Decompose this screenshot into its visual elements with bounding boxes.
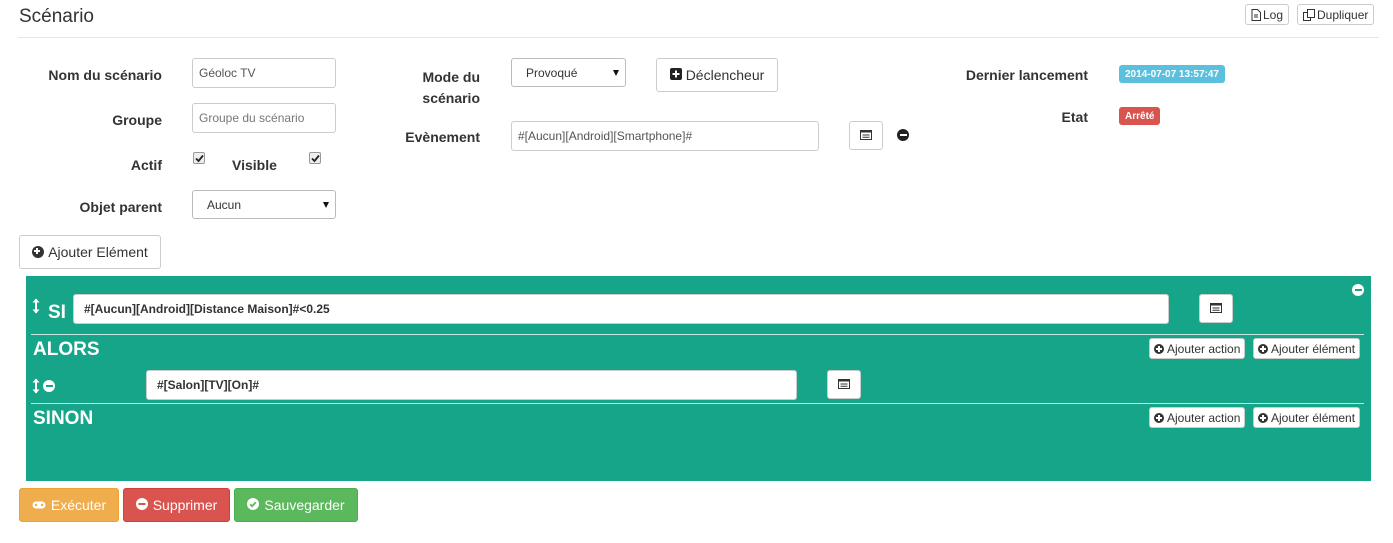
remove-block-icon[interactable] (1352, 284, 1364, 296)
if-condition-input[interactable]: #[Aucun][Android][Distance Maison]#<0.25 (73, 294, 1169, 324)
plus-circle-icon (1154, 412, 1164, 423)
save-button-label: Sauvegarder (264, 497, 345, 513)
group-label: Groupe (112, 112, 162, 128)
then-add-action-button[interactable]: Ajouter action (1149, 338, 1246, 359)
title-divider (18, 37, 1379, 38)
add-element-button-label: Ajouter Elément (48, 244, 148, 260)
visible-label: Visible (232, 157, 277, 173)
active-label: Actif (130, 157, 162, 173)
divider (31, 334, 1364, 335)
plus-circle-icon (32, 246, 45, 258)
name-input[interactable]: Géoloc TV (192, 58, 336, 88)
save-button[interactable]: Sauvegarder (234, 488, 358, 522)
event-label: Evènement (405, 129, 480, 145)
plus-square-icon (669, 67, 682, 83)
group-input[interactable]: Groupe du scénario (192, 103, 336, 133)
state-label: Etat (1061, 109, 1088, 125)
list-alt-icon (860, 128, 872, 143)
else-label: SINON (33, 408, 94, 429)
check-icon (194, 154, 204, 162)
page-title: Scénario (19, 6, 94, 27)
plus-circle-icon (1258, 412, 1268, 423)
else-add-element-button[interactable]: Ajouter élément (1253, 407, 1361, 428)
name-label: Nom du scénario (48, 67, 162, 83)
log-button-label: Log (1263, 7, 1284, 22)
trigger-button[interactable]: Déclencheur (656, 58, 778, 92)
condition-picker-button[interactable] (1199, 294, 1233, 323)
parent-label: Objet parent (79, 199, 162, 215)
event-input[interactable]: #[Aucun][Android][Smartphone]# (511, 121, 819, 151)
else-add-element-label: Ajouter élément (1271, 410, 1356, 425)
then-add-element-button[interactable]: Ajouter élément (1253, 338, 1361, 359)
duplicate-button-label: Dupliquer (1317, 7, 1369, 22)
list-alt-icon (838, 377, 850, 392)
then-label: ALORS (33, 339, 100, 360)
last-run-label: Dernier lancement (965, 67, 1088, 83)
delete-button-label: Supprimer (152, 497, 218, 513)
visible-checkbox[interactable] (309, 152, 321, 164)
if-label: SI (48, 302, 66, 323)
caret-down-icon (323, 201, 329, 208)
add-element-button[interactable]: Ajouter Elément (19, 235, 161, 269)
mode-label: Mode du scénario (422, 69, 480, 106)
divider (31, 403, 1364, 404)
then-add-element-label: Ajouter élément (1271, 341, 1356, 356)
plus-circle-icon (1154, 343, 1164, 354)
then-add-action-label: Ajouter action (1167, 341, 1241, 356)
gamepad-icon (32, 497, 46, 513)
remove-action-icon[interactable] (43, 380, 55, 392)
duplicate-button[interactable]: Dupliquer (1297, 4, 1375, 25)
last-run-badge: 2014-07-07 13:57:47 (1119, 65, 1225, 83)
move-handle-icon[interactable] (32, 378, 40, 397)
mode-select-value: Provoqué (526, 65, 578, 80)
plus-circle-icon (1258, 343, 1268, 354)
execute-button-label: Exécuter (50, 497, 107, 513)
parent-select[interactable]: Aucun (192, 190, 336, 219)
check-icon (310, 154, 320, 162)
check-circle-icon (247, 497, 260, 513)
then-action-input[interactable]: #[Salon][TV][On]# (146, 370, 797, 400)
move-handle-icon[interactable] (32, 298, 40, 317)
active-checkbox[interactable] (193, 152, 205, 164)
else-add-action-label: Ajouter action (1167, 410, 1241, 425)
execute-button[interactable]: Exécuter (19, 488, 119, 522)
parent-select-value: Aucun (207, 197, 242, 212)
delete-button[interactable]: Supprimer (123, 488, 230, 522)
state-badge: Arrêté (1119, 107, 1161, 125)
else-add-action-button[interactable]: Ajouter action (1149, 407, 1246, 428)
event-picker-button[interactable] (849, 121, 883, 150)
remove-event-icon[interactable] (897, 129, 909, 141)
minus-circle-icon (135, 497, 148, 513)
file-icon (1251, 8, 1261, 21)
trigger-button-label: Déclencheur (685, 67, 765, 83)
mode-select[interactable]: Provoqué (511, 58, 626, 87)
caret-down-icon (613, 69, 619, 76)
copy-icon (1303, 8, 1315, 21)
log-button[interactable]: Log (1245, 4, 1290, 25)
action-picker-button[interactable] (827, 370, 861, 399)
list-alt-icon (1210, 301, 1222, 316)
